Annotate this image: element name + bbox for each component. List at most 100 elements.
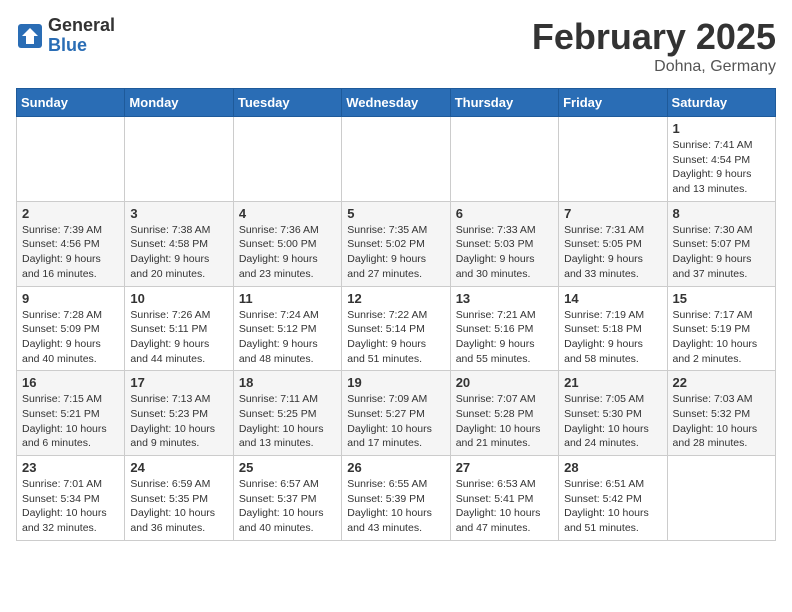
- day-cell: 6 Sunrise: 7:33 AM Sunset: 5:03 PM Daylig…: [450, 201, 558, 286]
- day-cell: 14 Sunrise: 7:19 AM Sunset: 5:18 PM Dayli…: [559, 286, 667, 371]
- day-cell: 26 Sunrise: 6:55 AM Sunset: 5:39 PM Dayli…: [342, 456, 450, 541]
- day-info: Sunrise: 7:28 AM Sunset: 5:09 PM Dayligh…: [22, 308, 119, 367]
- day-info: Sunrise: 7:22 AM Sunset: 5:14 PM Dayligh…: [347, 308, 444, 367]
- week-row-2: 2Sunrise: 7:39 AM Sunset: 4:56 PM Daylig…: [17, 201, 776, 286]
- weekday-header-monday: Monday: [125, 89, 233, 117]
- day-cell: 8 Sunrise: 7:30 AM Sunset: 5:07 PM Daylig…: [667, 201, 775, 286]
- logo-icon: [16, 22, 44, 50]
- day-cell: [125, 117, 233, 202]
- day-cell: [342, 117, 450, 202]
- day-cell: 24 Sunrise: 6:59 AM Sunset: 5:35 PM Dayli…: [125, 456, 233, 541]
- day-cell: 11 Sunrise: 7:24 AM Sunset: 5:12 PM Dayli…: [233, 286, 341, 371]
- day-info: Sunrise: 6:59 AM Sunset: 5:35 PM Dayligh…: [130, 477, 227, 536]
- day-number: 23: [22, 460, 119, 475]
- day-number: 17: [130, 375, 227, 390]
- day-info: Sunrise: 7:09 AM Sunset: 5:27 PM Dayligh…: [347, 392, 444, 451]
- day-info: Sunrise: 7:19 AM Sunset: 5:18 PM Dayligh…: [564, 308, 661, 367]
- day-cell: 21 Sunrise: 7:05 AM Sunset: 5:30 PM Dayli…: [559, 371, 667, 456]
- day-number: 9: [22, 291, 119, 306]
- day-cell: 22 Sunrise: 7:03 AM Sunset: 5:32 PM Dayli…: [667, 371, 775, 456]
- day-info: Sunrise: 7:26 AM Sunset: 5:11 PM Dayligh…: [130, 308, 227, 367]
- weekday-header-tuesday: Tuesday: [233, 89, 341, 117]
- day-cell: 9 Sunrise: 7:28 AM Sunset: 5:09 PM Daylig…: [17, 286, 125, 371]
- day-cell: 20Sunrise: 7:07 AM Sunset: 5:28 PM Dayli…: [450, 371, 558, 456]
- day-info: Sunrise: 7:41 AM Sunset: 4:54 PM Dayligh…: [673, 138, 770, 197]
- day-number: 25: [239, 460, 336, 475]
- title-block: February 2025 Dohna, Germany: [532, 16, 776, 76]
- weekday-header-friday: Friday: [559, 89, 667, 117]
- day-info: Sunrise: 6:57 AM Sunset: 5:37 PM Dayligh…: [239, 477, 336, 536]
- month-title: February 2025: [532, 16, 776, 58]
- weekday-header-wednesday: Wednesday: [342, 89, 450, 117]
- day-cell: 4 Sunrise: 7:36 AM Sunset: 5:00 PM Daylig…: [233, 201, 341, 286]
- weekday-header-saturday: Saturday: [667, 89, 775, 117]
- weekday-header-sunday: Sunday: [17, 89, 125, 117]
- day-info: Sunrise: 7:39 AM Sunset: 4:56 PM Dayligh…: [22, 223, 119, 282]
- day-number: 22: [673, 375, 770, 390]
- day-info: Sunrise: 7:24 AM Sunset: 5:12 PM Dayligh…: [239, 308, 336, 367]
- day-number: 10: [130, 291, 227, 306]
- day-number: 21: [564, 375, 661, 390]
- logo-general-text: General: [48, 16, 115, 36]
- day-info: Sunrise: 7:17 AM Sunset: 5:19 PM Dayligh…: [673, 308, 770, 367]
- day-cell: [17, 117, 125, 202]
- location-text: Dohna, Germany: [532, 58, 776, 76]
- day-info: Sunrise: 7:36 AM Sunset: 5:00 PM Dayligh…: [239, 223, 336, 282]
- day-info: Sunrise: 6:55 AM Sunset: 5:39 PM Dayligh…: [347, 477, 444, 536]
- logo-blue-text: Blue: [48, 36, 115, 56]
- day-number: 27: [456, 460, 553, 475]
- day-number: 16: [22, 375, 119, 390]
- day-number: 5: [347, 206, 444, 221]
- week-row-3: 9 Sunrise: 7:28 AM Sunset: 5:09 PM Daylig…: [17, 286, 776, 371]
- day-number: 26: [347, 460, 444, 475]
- day-cell: 7 Sunrise: 7:31 AM Sunset: 5:05 PM Daylig…: [559, 201, 667, 286]
- day-number: 24: [130, 460, 227, 475]
- day-cell: [450, 117, 558, 202]
- day-cell: [559, 117, 667, 202]
- day-number: 7: [564, 206, 661, 221]
- day-info: Sunrise: 7:35 AM Sunset: 5:02 PM Dayligh…: [347, 223, 444, 282]
- week-row-5: 23 Sunrise: 7:01 AM Sunset: 5:34 PM Dayli…: [17, 456, 776, 541]
- day-cell: 23 Sunrise: 7:01 AM Sunset: 5:34 PM Dayli…: [17, 456, 125, 541]
- day-number: 1: [673, 121, 770, 136]
- day-info: Sunrise: 6:51 AM Sunset: 5:42 PM Dayligh…: [564, 477, 661, 536]
- day-number: 12: [347, 291, 444, 306]
- day-cell: 27 Sunrise: 6:53 AM Sunset: 5:41 PM Dayli…: [450, 456, 558, 541]
- day-number: 6: [456, 206, 553, 221]
- day-number: 4: [239, 206, 336, 221]
- day-info: Sunrise: 7:11 AM Sunset: 5:25 PM Dayligh…: [239, 392, 336, 451]
- day-info: Sunrise: 7:30 AM Sunset: 5:07 PM Dayligh…: [673, 223, 770, 282]
- weekday-header-thursday: Thursday: [450, 89, 558, 117]
- day-info: Sunrise: 6:53 AM Sunset: 5:41 PM Dayligh…: [456, 477, 553, 536]
- day-number: 8: [673, 206, 770, 221]
- day-info: Sunrise: 7:07 AM Sunset: 5:28 PM Dayligh…: [456, 392, 553, 451]
- week-row-4: 16 Sunrise: 7:15 AM Sunset: 5:21 PM Dayli…: [17, 371, 776, 456]
- page-header: General Blue February 2025 Dohna, German…: [16, 16, 776, 76]
- day-cell: [233, 117, 341, 202]
- day-cell: 13Sunrise: 7:21 AM Sunset: 5:16 PM Dayli…: [450, 286, 558, 371]
- day-number: 15: [673, 291, 770, 306]
- day-info: Sunrise: 7:21 AM Sunset: 5:16 PM Dayligh…: [456, 308, 553, 367]
- day-cell: 28Sunrise: 6:51 AM Sunset: 5:42 PM Dayli…: [559, 456, 667, 541]
- day-cell: 5 Sunrise: 7:35 AM Sunset: 5:02 PM Daylig…: [342, 201, 450, 286]
- calendar-table: SundayMondayTuesdayWednesdayThursdayFrid…: [16, 88, 776, 541]
- day-cell: 16 Sunrise: 7:15 AM Sunset: 5:21 PM Dayli…: [17, 371, 125, 456]
- day-number: 14: [564, 291, 661, 306]
- day-number: 11: [239, 291, 336, 306]
- day-info: Sunrise: 7:38 AM Sunset: 4:58 PM Dayligh…: [130, 223, 227, 282]
- day-number: 18: [239, 375, 336, 390]
- day-info: Sunrise: 7:01 AM Sunset: 5:34 PM Dayligh…: [22, 477, 119, 536]
- day-number: 19: [347, 375, 444, 390]
- day-cell: [667, 456, 775, 541]
- week-row-1: 1 Sunrise: 7:41 AM Sunset: 4:54 PM Daylig…: [17, 117, 776, 202]
- day-cell: 10 Sunrise: 7:26 AM Sunset: 5:11 PM Dayli…: [125, 286, 233, 371]
- day-cell: 3Sunrise: 7:38 AM Sunset: 4:58 PM Daylig…: [125, 201, 233, 286]
- day-info: Sunrise: 7:15 AM Sunset: 5:21 PM Dayligh…: [22, 392, 119, 451]
- day-cell: 17Sunrise: 7:13 AM Sunset: 5:23 PM Dayli…: [125, 371, 233, 456]
- day-info: Sunrise: 7:33 AM Sunset: 5:03 PM Dayligh…: [456, 223, 553, 282]
- day-info: Sunrise: 7:05 AM Sunset: 5:30 PM Dayligh…: [564, 392, 661, 451]
- day-cell: 1 Sunrise: 7:41 AM Sunset: 4:54 PM Daylig…: [667, 117, 775, 202]
- day-info: Sunrise: 7:31 AM Sunset: 5:05 PM Dayligh…: [564, 223, 661, 282]
- weekday-header-row: SundayMondayTuesdayWednesdayThursdayFrid…: [17, 89, 776, 117]
- day-info: Sunrise: 7:03 AM Sunset: 5:32 PM Dayligh…: [673, 392, 770, 451]
